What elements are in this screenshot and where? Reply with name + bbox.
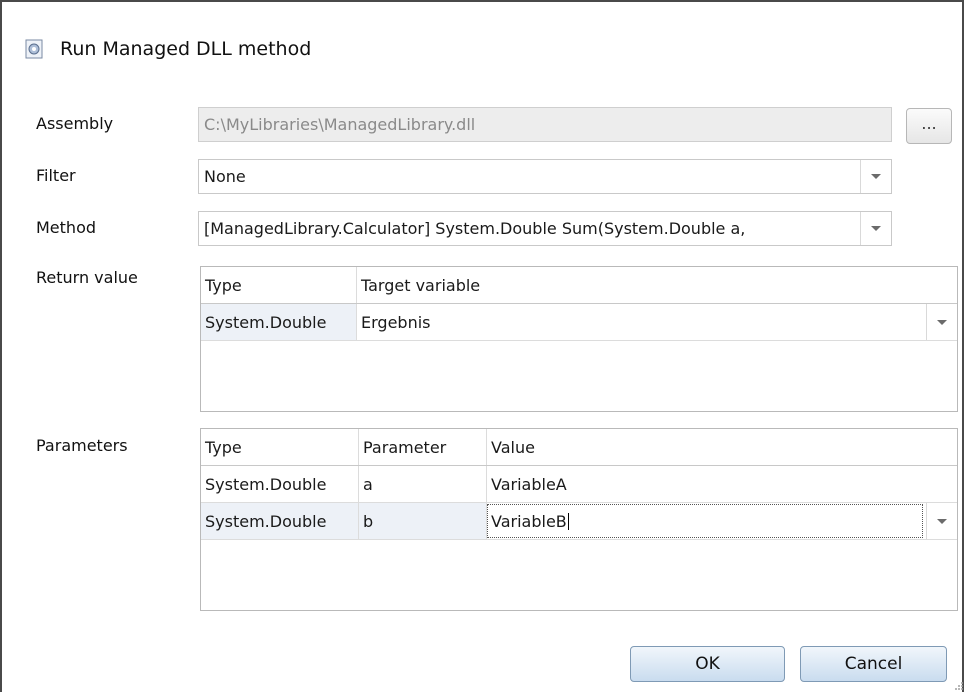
chevron-down-icon [937,518,947,524]
param-value-cell[interactable]: VariableA [487,466,957,502]
param-value-text: VariableB [491,511,567,531]
filter-dropdown-button[interactable] [860,160,891,193]
chevron-down-icon [937,319,947,325]
column-header-target-variable[interactable]: Target variable [357,267,957,303]
dll-method-icon [25,39,43,59]
method-value: [ManagedLibrary.Calculator] System.Doubl… [204,219,746,238]
assembly-field[interactable]: C:\MyLibraries\ManagedLibrary.dll [198,107,892,142]
target-variable-dropdown-button[interactable] [926,304,957,340]
dialog-title: Run Managed DLL method [60,38,312,60]
column-header-type[interactable]: Type [201,429,359,465]
filter-combo[interactable]: None [198,159,892,194]
return-value-label: Return value [36,268,138,287]
return-value-header-row: Type Target variable [201,267,957,304]
param-value-editor[interactable]: VariableB [487,503,957,539]
parameters-grid[interactable]: Type Parameter Value System.Double a Var… [200,428,958,611]
return-value-grid[interactable]: Type Target variable System.Double Ergeb… [200,266,958,412]
column-header-value[interactable]: Value [487,429,957,465]
method-dropdown-button[interactable] [860,212,891,245]
chevron-down-icon [871,226,881,231]
resize-grip-icon[interactable] [954,681,964,691]
browse-button[interactable]: ... [906,108,952,144]
parameters-header-row: Type Parameter Value [201,429,957,466]
param-value-dropdown-button[interactable] [926,503,957,539]
text-caret [567,512,569,530]
assembly-label: Assembly [36,114,114,133]
column-header-parameter[interactable]: Parameter [359,429,487,465]
target-variable-cell[interactable]: Ergebnis [357,304,957,340]
filter-value: None [204,167,246,186]
column-header-type[interactable]: Type [201,267,357,303]
table-row[interactable]: System.Double b VariableB [201,503,957,540]
table-row[interactable]: System.Double a VariableA [201,466,957,503]
param-type-cell[interactable]: System.Double [201,503,359,539]
param-type-cell[interactable]: System.Double [201,466,359,502]
table-row[interactable]: System.Double Ergebnis [201,304,957,341]
param-name-cell[interactable]: b [359,503,487,539]
cancel-button[interactable]: Cancel [800,646,947,682]
parameters-label: Parameters [36,436,128,455]
assembly-path: C:\MyLibraries\ManagedLibrary.dll [204,115,476,134]
method-label: Method [36,218,97,237]
return-type-cell[interactable]: System.Double [201,304,357,340]
target-variable-value: Ergebnis [361,312,431,332]
chevron-down-icon [871,174,881,179]
param-value-input[interactable]: VariableB [487,504,923,538]
ok-button[interactable]: OK [630,646,785,682]
param-name-cell[interactable]: a [359,466,487,502]
filter-label: Filter [36,166,76,185]
dialog-title-bar: Run Managed DLL method [24,34,311,64]
method-combo[interactable]: [ManagedLibrary.Calculator] System.Doubl… [198,211,892,246]
